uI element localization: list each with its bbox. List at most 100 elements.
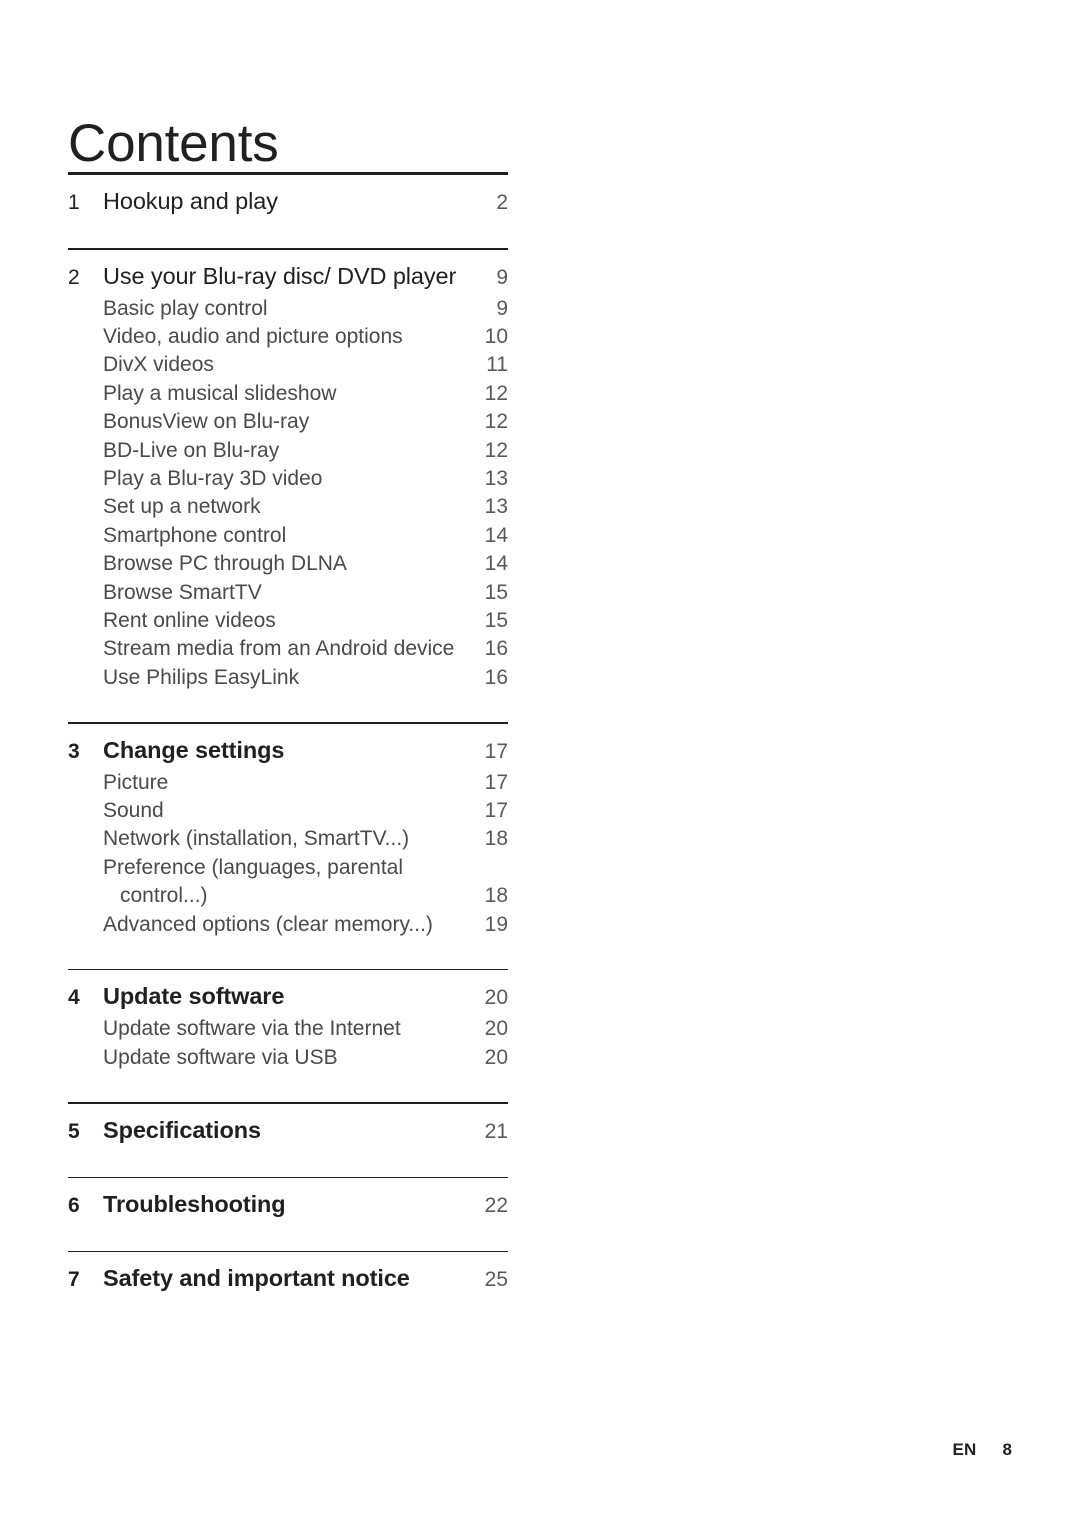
entry-page-number: 10 bbox=[484, 324, 508, 348]
entry-title: Video, audio and picture options bbox=[103, 324, 403, 348]
toc-entry-row[interactable]: Network (installation, SmartTV...) 18 bbox=[68, 825, 508, 853]
entry-page-number: 14 bbox=[484, 552, 508, 576]
toc-entry-row[interactable]: Play a Blu-ray 3D video 13 bbox=[68, 465, 508, 493]
toc-entry-row[interactable]: Sound 17 bbox=[68, 797, 508, 825]
entry-page-number: 16 bbox=[484, 665, 508, 689]
toc-section: 7 Safety and important notice 25 bbox=[68, 1251, 508, 1325]
entry-title: Play a musical slideshow bbox=[103, 381, 337, 405]
toc-chapter-row[interactable]: 3 Change settings 17 bbox=[68, 724, 508, 769]
toc-chapter-row[interactable]: 7 Safety and important notice 25 bbox=[68, 1252, 508, 1297]
toc-entry-row[interactable]: control...) 18 bbox=[68, 882, 508, 910]
entry-title: BD-Live on Blu-ray bbox=[103, 438, 280, 462]
toc-entry-row[interactable]: Rent online videos 15 bbox=[68, 607, 508, 635]
entry-page-number: 9 bbox=[496, 296, 508, 320]
entry-page-number: 17 bbox=[484, 799, 508, 823]
chapter-page-number: 20 bbox=[484, 986, 508, 1010]
chapter-number: 5 bbox=[68, 1119, 80, 1143]
toc-section: 5 Specifications 21 bbox=[68, 1102, 508, 1176]
entry-page-number: 13 bbox=[484, 495, 508, 519]
chapter-title: Specifications bbox=[103, 1116, 261, 1143]
toc-entry-row[interactable]: Video, audio and picture options 10 bbox=[68, 323, 508, 351]
entry-title: Set up a network bbox=[103, 495, 261, 519]
entry-title: Advanced options (clear memory...) bbox=[103, 912, 433, 936]
toc-entry-row[interactable]: Set up a network 13 bbox=[68, 493, 508, 521]
toc-chapter-row[interactable]: 5 Specifications 21 bbox=[68, 1104, 508, 1149]
chapter-title: Hookup and play bbox=[103, 188, 278, 215]
entry-page-number: 20 bbox=[484, 1017, 508, 1041]
entry-title: Use Philips EasyLink bbox=[103, 665, 300, 689]
entry-title: Smartphone control bbox=[103, 523, 287, 547]
entry-title: Update software via USB bbox=[103, 1045, 338, 1069]
entry-title: Rent online videos bbox=[103, 609, 276, 633]
toc-entry-row[interactable]: Advanced options (clear memory...) 19 bbox=[68, 911, 508, 939]
entry-title: Basic play control bbox=[103, 296, 268, 320]
chapter-title: Change settings bbox=[103, 736, 285, 763]
toc-entry-row[interactable]: Play a musical slideshow 12 bbox=[68, 380, 508, 408]
chapter-page-number: 21 bbox=[484, 1119, 508, 1143]
toc-entry-row[interactable]: Smartphone control 14 bbox=[68, 522, 508, 550]
chapter-number: 1 bbox=[68, 191, 80, 215]
chapter-title: Use your Blu-ray disc/ DVD player bbox=[103, 262, 457, 289]
chapter-number: 2 bbox=[68, 265, 80, 289]
entry-title: Sound bbox=[103, 799, 164, 823]
toc-entry-row[interactable]: Stream media from an Android device 16 bbox=[68, 635, 508, 663]
entry-page-number: 17 bbox=[484, 770, 508, 794]
toc-chapter-row[interactable]: 4 Update software 20 bbox=[68, 970, 508, 1015]
toc-entry-row[interactable]: BD-Live on Blu-ray 12 bbox=[68, 437, 508, 465]
chapter-page-number: 22 bbox=[484, 1194, 508, 1218]
toc-section: 3 Change settings 17 Picture 17 Sound 17 Networ… bbox=[68, 722, 508, 969]
toc-entry-row[interactable]: Preference (languages, parental bbox=[68, 854, 508, 882]
toc-section: 1 Hookup and play 2 bbox=[68, 172, 508, 248]
entry-page-number: 16 bbox=[484, 637, 508, 661]
toc-chapter-row[interactable]: 6 Troubleshooting 22 bbox=[68, 1178, 508, 1223]
chapter-page-number: 17 bbox=[484, 739, 508, 763]
entry-page-number: 18 bbox=[484, 827, 508, 851]
entry-title: Update software via the Internet bbox=[103, 1017, 401, 1041]
entry-page-number: 12 bbox=[484, 410, 508, 434]
toc-entry-row[interactable]: Browse PC through DLNA 14 bbox=[68, 550, 508, 578]
entry-page-number: 13 bbox=[484, 467, 508, 491]
entry-title: DivX videos bbox=[103, 353, 214, 377]
entry-title: Stream media from an Android device bbox=[103, 637, 455, 661]
toc-entry-row[interactable]: Browse SmartTV 15 bbox=[68, 579, 508, 607]
entry-title: control...) bbox=[120, 884, 208, 908]
entry-title: Picture bbox=[103, 770, 169, 794]
chapter-number: 6 bbox=[68, 1194, 80, 1218]
toc-section: 2 Use your Blu-ray disc/ DVD player 9 Basic… bbox=[68, 248, 508, 722]
document-page: Contents 1 Hookup and play 2 2 Use your Blu-… bbox=[0, 0, 1080, 1527]
chapter-page-number: 25 bbox=[484, 1268, 508, 1292]
chapter-title: Safety and important notice bbox=[103, 1265, 410, 1292]
toc-entry-row[interactable]: Update software via the Internet 20 bbox=[68, 1015, 508, 1043]
chapter-title: Troubleshooting bbox=[103, 1191, 286, 1218]
toc-chapter-row[interactable]: 1 Hookup and play 2 bbox=[68, 175, 508, 220]
toc-entry-row[interactable]: Use Philips EasyLink 16 bbox=[68, 664, 508, 692]
toc-entry-row[interactable]: DivX videos 11 bbox=[68, 351, 508, 379]
entry-page-number: 15 bbox=[484, 609, 508, 633]
chapter-number: 4 bbox=[68, 986, 80, 1010]
chapter-number: 3 bbox=[68, 739, 80, 763]
chapter-page-number: 2 bbox=[496, 191, 508, 215]
entry-page-number: 11 bbox=[486, 353, 508, 377]
toc-section: 6 Troubleshooting 22 bbox=[68, 1176, 508, 1251]
entry-page-number: 12 bbox=[484, 438, 508, 462]
entry-page-number: 12 bbox=[484, 381, 508, 405]
entry-title: Play a Blu-ray 3D video bbox=[103, 467, 323, 491]
chapter-title: Update software bbox=[103, 983, 285, 1010]
toc-entry-row[interactable]: Basic play control 9 bbox=[68, 295, 508, 323]
toc-entry-row[interactable]: Picture 17 bbox=[68, 769, 508, 797]
toc-section: 4 Update software 20 Update software via th… bbox=[68, 969, 508, 1102]
toc-entry-row[interactable]: BonusView on Blu-ray 12 bbox=[68, 408, 508, 436]
entry-title: Network (installation, SmartTV...) bbox=[103, 827, 410, 851]
table-of-contents: 1 Hookup and play 2 2 Use your Blu-ray disc/… bbox=[68, 172, 508, 1325]
entry-title: Browse PC through DLNA bbox=[103, 552, 347, 576]
toc-entry-row[interactable]: Update software via USB 20 bbox=[68, 1044, 508, 1072]
page-title: Contents bbox=[68, 113, 279, 173]
toc-chapter-row[interactable]: 2 Use your Blu-ray disc/ DVD player 9 bbox=[68, 250, 508, 295]
entry-page-number: 20 bbox=[484, 1045, 508, 1069]
page-footer: EN 8 bbox=[953, 1440, 1013, 1460]
